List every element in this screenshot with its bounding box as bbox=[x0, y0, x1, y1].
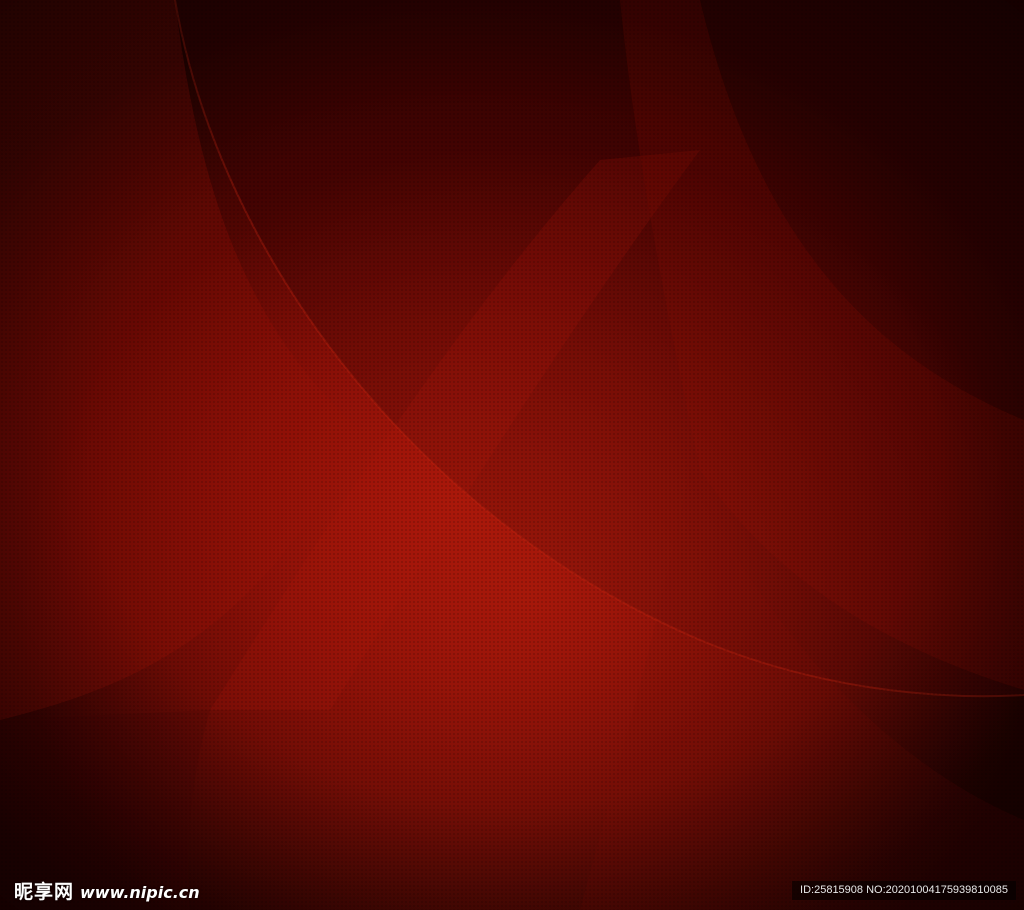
center-glow bbox=[0, 0, 1024, 910]
watermark-bar: 昵享网 www.nipic.cn ID:25815908 NO:20201004… bbox=[0, 876, 1024, 910]
watermark-logo: 昵享网 www.nipic.cn bbox=[14, 877, 200, 904]
abstract-curves bbox=[0, 0, 1024, 910]
background-image: 昵享网 www.nipic.cn ID:25815908 NO:20201004… bbox=[0, 0, 1024, 910]
watermark-url: www.nipic.cn bbox=[80, 883, 200, 902]
watermark-brand: 昵享网 bbox=[14, 881, 75, 903]
watermark-id: ID:25815908 NO:20201004175939810085 bbox=[792, 881, 1016, 900]
